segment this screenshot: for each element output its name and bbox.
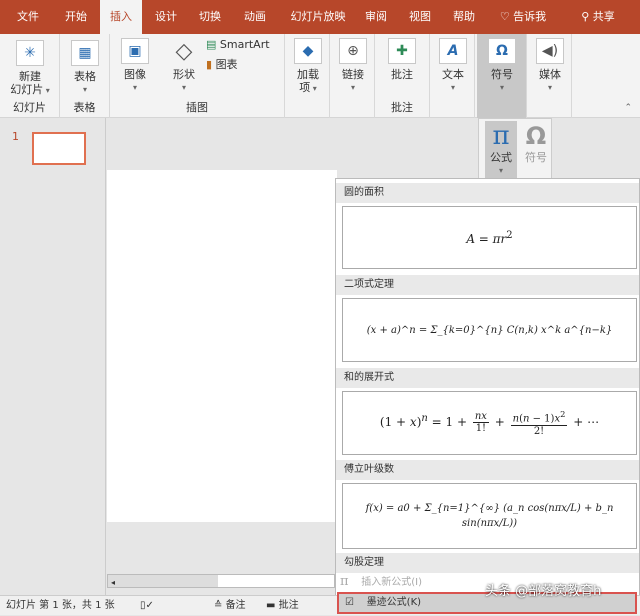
group-addins: ◆ 加载 项 ▾	[285, 34, 330, 118]
equation-circle-area[interactable]: A = πr2	[342, 206, 637, 269]
group-links: ⊕ 链接 ▾	[330, 34, 375, 118]
group-comments: ✚ 批注 批注	[375, 34, 430, 118]
accessibility-icon[interactable]: ▯✓	[140, 596, 154, 616]
pi-icon: π	[340, 574, 349, 589]
section-header: 和的展开式	[336, 368, 639, 388]
slide-number: 1	[12, 130, 19, 143]
new-slide-icon: ✳	[16, 40, 44, 66]
text-button[interactable]: A 文本 ▾	[436, 38, 470, 94]
scroll-left-icon[interactable]: ◂	[108, 578, 115, 587]
omega-icon: Ω	[525, 122, 547, 150]
section-header: 二项式定理	[336, 275, 639, 295]
omega-icon: Ω	[488, 38, 516, 64]
tab-animations[interactable]: 动画	[234, 0, 276, 34]
equation-binomial[interactable]: (x + a)^n = Σ_{k=0}^{n} C(n,k) x^k a^{n−…	[342, 298, 637, 362]
comment-button[interactable]: ✚ 批注	[385, 38, 419, 81]
new-slide-button[interactable]: ✳ 新建 幻灯片 ▾	[6, 40, 54, 97]
watermark: 头条 @部落窝教育h	[485, 584, 602, 599]
tab-design[interactable]: 设计	[146, 0, 186, 34]
addins-button[interactable]: ◆ 加载 项 ▾	[291, 38, 325, 95]
symbols-button[interactable]: Ω 符号 ▾	[485, 38, 519, 94]
addins-icon: ◆	[294, 38, 322, 64]
section-header: 勾股定理	[336, 553, 639, 573]
link-button[interactable]: ⊕ 链接 ▾	[336, 38, 370, 94]
group-table: ▦ 表格 ▾ 表格	[60, 34, 110, 118]
comment-icon: ✚	[388, 38, 416, 64]
tab-review[interactable]: 审阅	[358, 0, 394, 34]
smartart-icon: ▤	[206, 38, 217, 51]
share-button[interactable]: ⚲ 共享	[572, 0, 624, 34]
chart-button[interactable]: ▮ 图表	[206, 58, 238, 71]
tell-me[interactable]: ♡ 告诉我	[490, 0, 556, 34]
equation-text: f(x) = a0 + Σ_{n=1}^{∞} (a_n cos(nπx/L) …	[365, 503, 614, 529]
tab-insert[interactable]: 插入	[100, 0, 142, 34]
equation-sum-expansion[interactable]: (1 + x)n = 1 + nx 1! + n(n − 1)x2 2! + ⋯	[342, 391, 637, 455]
slide-info: 幻灯片 第 1 张，共 1 张	[6, 600, 115, 611]
lightbulb-icon: ♡	[499, 10, 514, 23]
person-icon: ⚲	[581, 10, 593, 23]
tab-help[interactable]: 帮助	[446, 0, 482, 34]
image-button[interactable]: ▣ 图像 ▾	[118, 38, 152, 94]
link-icon: ⊕	[339, 38, 367, 64]
notes-button[interactable]: ≙ 备注	[214, 596, 246, 616]
symbols-dropdown: π 公式 ▾ Ω 符号	[478, 118, 552, 180]
chart-icon: ▮	[206, 58, 213, 71]
notes-icon: ≙	[214, 600, 226, 611]
image-icon: ▣	[121, 38, 149, 64]
slide-canvas[interactable]	[107, 170, 337, 522]
scrollbar-thumb[interactable]	[218, 575, 334, 587]
tab-home[interactable]: 开始	[56, 0, 96, 34]
speaker-icon: ◀)	[536, 38, 564, 64]
equation-fourier[interactable]: f(x) = a0 + Σ_{n=1}^{∞} (a_n cos(nπx/L) …	[342, 483, 637, 549]
equation-text: (x + a)^n = Σ_{k=0}^{n} C(n,k) x^k a^{n−…	[366, 324, 613, 336]
comments-button[interactable]: ▬ 批注	[266, 596, 299, 616]
slide-thumbnail-panel: 1	[0, 118, 106, 595]
ribbon-tab-bar: 文件 开始 插入 设计 切换 动画 幻灯片放映 审阅 视图 帮助 ♡ 告诉我 ⚲…	[0, 0, 640, 34]
pi-icon: π	[492, 121, 510, 151]
tab-view[interactable]: 视图	[402, 0, 438, 34]
comment-icon: ▬	[266, 600, 279, 611]
group-slides: ✳ 新建 幻灯片 ▾ 幻灯片	[0, 34, 60, 118]
equation-button[interactable]: π 公式 ▾	[485, 121, 517, 179]
slide-thumbnail[interactable]	[32, 132, 86, 165]
ribbon: ✳ 新建 幻灯片 ▾ 幻灯片 ▦ 表格 ▾ 表格 ▣ 图像 ▾ ◇ 形状 ▾ ▤ Sm…	[0, 34, 640, 118]
table-icon: ▦	[71, 40, 99, 66]
tab-slideshow[interactable]: 幻灯片放映	[282, 0, 354, 34]
text-icon: A	[439, 38, 467, 64]
smartart-button[interactable]: ▤ SmartArt	[206, 38, 270, 51]
collapse-ribbon-icon[interactable]: ⌃	[624, 103, 632, 113]
shapes-icon: ◇	[175, 38, 193, 64]
symbol-button[interactable]: Ω 符号	[521, 121, 551, 164]
group-symbols: Ω 符号 ▾	[477, 34, 527, 118]
media-button[interactable]: ◀) 媒体 ▾	[533, 38, 567, 94]
equation-gallery: 圆的面积 A = πr2 二项式定理 (x + a)^n = Σ_{k=0}^{…	[335, 178, 640, 598]
section-header: 圆的面积	[336, 183, 639, 203]
section-header: 傅立叶级数	[336, 460, 639, 480]
group-illustrations: ▣ 图像 ▾ ◇ 形状 ▾ ▤ SmartArt ▮ 图表 插图	[110, 34, 285, 118]
tab-transitions[interactable]: 切换	[190, 0, 230, 34]
table-button[interactable]: ▦ 表格 ▾	[66, 40, 104, 96]
tab-file[interactable]: 文件	[8, 0, 48, 34]
horizontal-scrollbar[interactable]: ◂	[107, 574, 335, 588]
shapes-button[interactable]: ◇ 形状 ▾	[165, 38, 203, 94]
group-text: A 文本 ▾	[430, 34, 475, 118]
ink-pen-icon: ☑	[345, 597, 354, 608]
group-media: ◀) 媒体 ▾	[527, 34, 572, 118]
insert-new-equation[interactable]: π 插入新公式(I)	[340, 573, 422, 589]
